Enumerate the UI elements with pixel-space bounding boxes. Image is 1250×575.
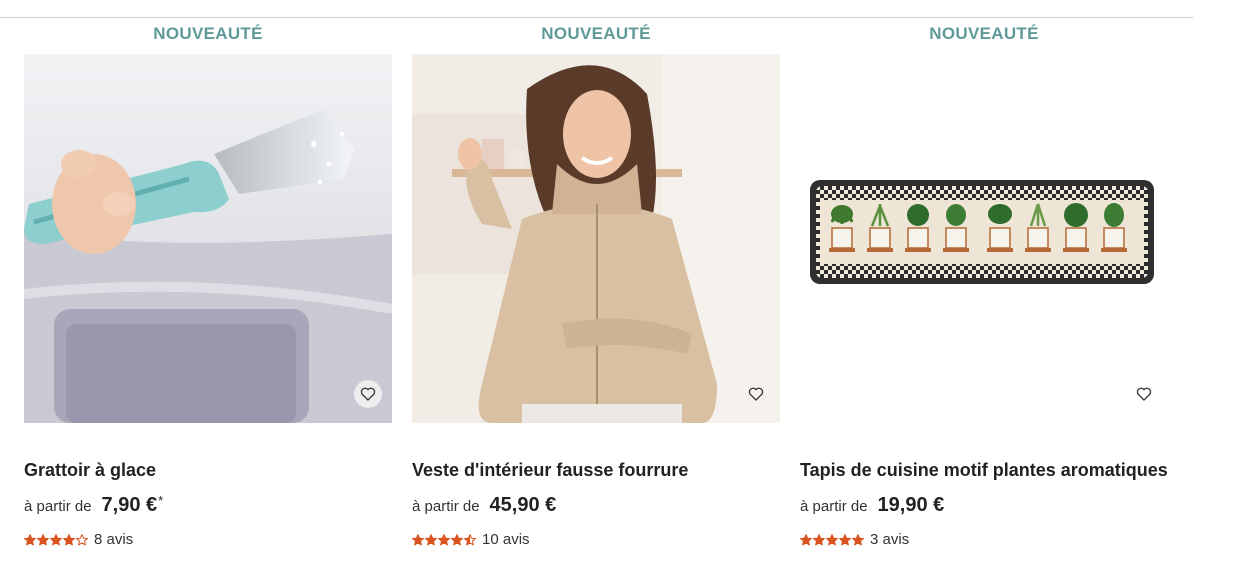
product-image[interactable] [412, 54, 780, 423]
star-full-icon [24, 533, 36, 545]
ice-scraper-photo [24, 54, 392, 423]
price-footnote-mark: * [158, 493, 164, 508]
price: 7,90 € [101, 494, 158, 516]
product-title[interactable]: Grattoir à glace [24, 460, 156, 481]
heart-icon [1136, 387, 1152, 401]
price-row: à partir de 7,90 € * [24, 493, 164, 517]
heart-icon [360, 387, 376, 401]
new-badge: NOUVEAUTÉ [541, 24, 651, 43]
star-full-icon [438, 533, 450, 545]
new-badge: NOUVEAUTÉ [153, 24, 263, 43]
star-half-icon [464, 533, 476, 545]
product-grid: NOUVEAUTÉ Grattoir à glace à partir de 7… [24, 18, 1184, 575]
star-full-icon [852, 533, 864, 545]
star-full-icon [800, 533, 812, 545]
price-row: à partir de 19,90 € [800, 494, 945, 517]
review-count: 3 avis [870, 531, 910, 548]
heart-icon [748, 387, 764, 401]
star-full-icon [37, 533, 49, 545]
product-image[interactable] [24, 54, 392, 423]
star-empty-icon [76, 533, 88, 545]
wishlist-heart-button[interactable] [354, 380, 382, 408]
star-full-icon [63, 533, 75, 545]
rating-row[interactable]: 3 avis [800, 531, 909, 548]
rating-row[interactable]: 10 avis [412, 531, 530, 548]
review-count: 10 avis [482, 531, 530, 548]
product-card[interactable]: NOUVEAUTÉ [800, 18, 1168, 575]
star-full-icon [839, 533, 851, 545]
star-rating [412, 533, 476, 546]
star-full-icon [412, 533, 424, 545]
price-row: à partir de 45,90 € [412, 494, 557, 517]
product-card[interactable]: NOUVEAUTÉ [24, 18, 392, 575]
wishlist-heart-button[interactable] [742, 380, 770, 408]
review-count: 8 avis [94, 531, 134, 548]
price-prefix: à partir de [800, 498, 868, 515]
product-image[interactable] [800, 54, 1168, 423]
rating-row[interactable]: 8 avis [24, 531, 133, 548]
star-rating [800, 533, 864, 546]
star-full-icon [50, 533, 62, 545]
star-full-icon [813, 533, 825, 545]
star-full-icon [425, 533, 437, 545]
product-title[interactable]: Tapis de cuisine motif plantes aromatiqu… [800, 460, 1168, 481]
product-title[interactable]: Veste d'intérieur fausse fourrure [412, 460, 688, 481]
price-prefix: à partir de [412, 498, 480, 515]
wishlist-heart-button[interactable] [1130, 380, 1158, 408]
fleece-jacket-photo [412, 54, 780, 423]
new-badge: NOUVEAUTÉ [929, 24, 1039, 43]
star-rating [24, 533, 88, 546]
star-full-icon [451, 533, 463, 545]
price: 19,90 € [877, 494, 945, 516]
product-card[interactable]: NOUVEAUTÉ [412, 18, 780, 575]
star-full-icon [826, 533, 838, 545]
price-prefix: à partir de [24, 498, 92, 515]
herb-kitchen-rug-photo [800, 54, 1168, 423]
price: 45,90 € [489, 494, 557, 516]
